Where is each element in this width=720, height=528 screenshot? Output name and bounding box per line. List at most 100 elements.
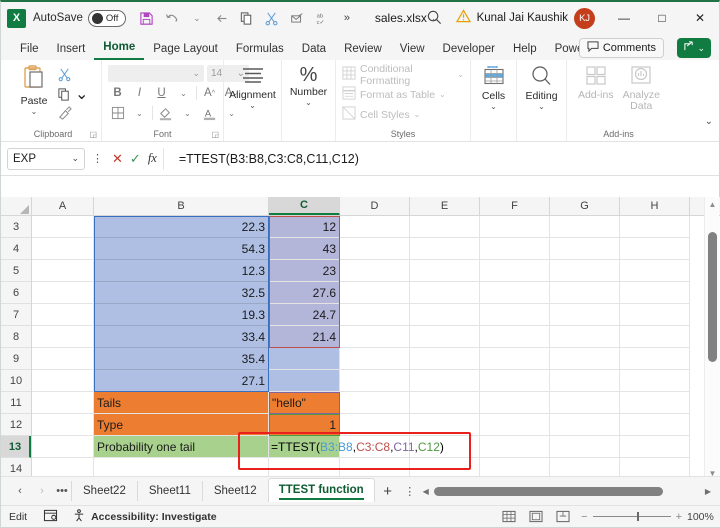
cell-C9[interactable] xyxy=(269,348,340,370)
chevron-down-icon[interactable]: ⌄ xyxy=(178,104,197,122)
cell-C8[interactable]: 21.4 xyxy=(269,326,340,348)
column-header-A[interactable]: A xyxy=(32,197,94,215)
row-header-9[interactable]: 9 xyxy=(1,348,31,370)
cell-A10[interactable] xyxy=(32,370,94,392)
page-layout-view-icon[interactable] xyxy=(527,509,544,524)
cell-G13[interactable] xyxy=(550,436,620,458)
cell-H5[interactable] xyxy=(620,260,690,282)
scroll-left-icon[interactable]: ◀ xyxy=(421,487,431,496)
chevron-down-icon[interactable]: ⌄ xyxy=(130,104,149,122)
column-header-D[interactable]: D xyxy=(340,197,410,215)
font-name-combobox[interactable]: ⌄ xyxy=(108,65,204,82)
cell-D8[interactable] xyxy=(340,326,410,348)
cell-B8[interactable]: 33.4 xyxy=(94,326,269,348)
cell-G6[interactable] xyxy=(550,282,620,304)
cell-D7[interactable] xyxy=(340,304,410,326)
cell-D11[interactable] xyxy=(340,392,410,414)
tab-view[interactable]: View xyxy=(391,40,434,60)
cell-B11[interactable]: Tails xyxy=(94,392,269,414)
cell-C11[interactable]: "hello" xyxy=(269,392,340,414)
cell-F9[interactable] xyxy=(480,348,550,370)
column-header-G[interactable]: G xyxy=(550,197,620,215)
cell-G10[interactable] xyxy=(550,370,620,392)
save-icon[interactable] xyxy=(135,6,159,30)
row-header-13[interactable]: 13 xyxy=(1,436,31,458)
cell-H3[interactable] xyxy=(620,216,690,238)
column-header-H[interactable]: H xyxy=(620,197,690,215)
underline-button[interactable]: U xyxy=(152,84,171,102)
row-header-8[interactable]: 8 xyxy=(1,326,31,348)
cell-C7[interactable]: 24.7 xyxy=(269,304,340,326)
analyze-data-button[interactable]: Analyze Data xyxy=(619,65,665,112)
cell-F4[interactable] xyxy=(480,238,550,260)
chevron-down-icon[interactable]: ⌄ xyxy=(75,84,88,104)
spelling-icon[interactable]: abc✓ xyxy=(310,6,334,30)
cell-styles-button[interactable]: Cell Styles ⌄ xyxy=(342,105,420,124)
cell-H10[interactable] xyxy=(620,370,690,392)
cell-D5[interactable] xyxy=(340,260,410,282)
format-as-table-button[interactable]: Format as Table ⌄ xyxy=(342,85,446,104)
add-sheet-button[interactable]: + xyxy=(375,483,401,500)
chevron-down-icon[interactable]: ⌄ xyxy=(31,108,38,115)
cell-G3[interactable] xyxy=(550,216,620,238)
accessibility-status[interactable]: Accessibility: Investigate xyxy=(72,509,216,525)
conditional-formatting-button[interactable]: Conditional Formatting ⌄ xyxy=(342,65,464,84)
row-header-11[interactable]: 11 xyxy=(1,392,31,414)
cell-G12[interactable] xyxy=(550,414,620,436)
row-header-12[interactable]: 12 xyxy=(1,414,31,436)
cell-H12[interactable] xyxy=(620,414,690,436)
collapse-ribbon-icon[interactable]: ⌄ xyxy=(705,116,713,127)
cell-A7[interactable] xyxy=(32,304,94,326)
previous-sheet-button[interactable]: ‹ xyxy=(9,480,31,502)
cut-icon[interactable] xyxy=(260,6,284,30)
chevron-down-icon[interactable]: ⌄ xyxy=(490,103,497,110)
sheet-tab-sheet22[interactable]: Sheet22 xyxy=(71,481,137,501)
tab-home[interactable]: Home xyxy=(94,38,144,60)
chevron-down-icon[interactable]: ⌄ xyxy=(538,103,545,110)
cell-F10[interactable] xyxy=(480,370,550,392)
chevron-down-icon[interactable]: ⌄ xyxy=(174,84,193,102)
all-sheets-button[interactable]: ••• xyxy=(53,485,71,497)
zoom-in-button[interactable]: + xyxy=(676,511,682,523)
zoom-slider[interactable] xyxy=(593,512,671,521)
alignment-button[interactable]: Alignment ⌄ xyxy=(230,65,276,109)
cell-B6[interactable]: 32.5 xyxy=(94,282,269,304)
cell-A11[interactable] xyxy=(32,392,94,414)
autosave-toggle[interactable]: Off xyxy=(88,10,126,27)
share-button[interactable]: ⌄ xyxy=(677,38,711,58)
vertical-scroll-thumb[interactable] xyxy=(708,232,717,362)
cell-E7[interactable] xyxy=(410,304,480,326)
cell-E8[interactable] xyxy=(410,326,480,348)
chevron-down-icon[interactable]: ⌄ xyxy=(71,153,79,164)
sheet-options-button[interactable]: ⋮ xyxy=(401,485,419,498)
cell-D3[interactable] xyxy=(340,216,410,238)
sheet-tab-sheet11[interactable]: Sheet11 xyxy=(137,481,202,501)
tab-insert[interactable]: Insert xyxy=(48,40,95,60)
cell-H13[interactable] xyxy=(620,436,690,458)
tab-help[interactable]: Help xyxy=(504,40,546,60)
horizontal-scroll-thumb[interactable] xyxy=(434,487,663,496)
vertical-scrollbar[interactable]: ▲ ▼ xyxy=(704,197,719,480)
row-header-7[interactable]: 7 xyxy=(1,304,31,326)
email-icon[interactable] xyxy=(285,6,309,30)
number-format-button[interactable]: % Number ⌄ xyxy=(288,65,329,106)
cell-F12[interactable] xyxy=(480,414,550,436)
cell-F8[interactable] xyxy=(480,326,550,348)
format-painter-button[interactable] xyxy=(57,106,88,121)
clipboard-dialog-launcher-icon[interactable]: ◲ xyxy=(89,130,97,139)
cell-A5[interactable] xyxy=(32,260,94,282)
cell-E9[interactable] xyxy=(410,348,480,370)
chevron-down-icon[interactable]: ⌄ xyxy=(249,102,256,109)
cell-H9[interactable] xyxy=(620,348,690,370)
horizontal-scroll-track[interactable] xyxy=(434,487,700,496)
cell-C6[interactable]: 27.6 xyxy=(269,282,340,304)
qat-more-icon[interactable]: » xyxy=(335,6,359,30)
autosave-control[interactable]: AutoSave Off xyxy=(33,10,126,27)
column-header-C[interactable]: C xyxy=(269,197,340,215)
cell-B3[interactable]: 22.3 xyxy=(94,216,269,238)
copy-icon[interactable] xyxy=(235,6,259,30)
cell-E3[interactable] xyxy=(410,216,480,238)
bold-button[interactable]: B xyxy=(108,84,127,102)
cell-G7[interactable] xyxy=(550,304,620,326)
tab-file[interactable]: File xyxy=(11,40,48,60)
